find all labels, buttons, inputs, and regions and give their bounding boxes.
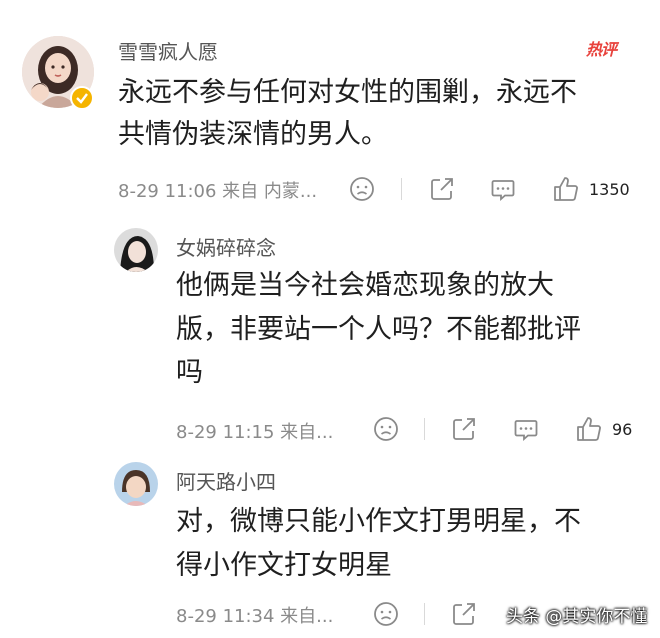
avatar-photo <box>114 462 158 506</box>
dislike-button[interactable] <box>372 600 400 628</box>
share-button[interactable] <box>450 600 478 628</box>
comment-text-line: 对，微博只能小作文打男明星，不 <box>176 506 581 537</box>
comment-text: 对，微博只能小作文打男明星，不 得小作文打女明星 <box>176 500 581 587</box>
comment-meta: 8-29 11:34 来自... <box>176 606 334 627</box>
watermark: 头条 @其实你不懂 <box>506 607 648 627</box>
comment-item: 阿天路小四 对，微博只能小作文打男明星，不 得小作文打女明星 8-29 11:3… <box>0 0 660 638</box>
avatar[interactable] <box>114 462 158 506</box>
comment-text-line: 得小作文打女明星 <box>176 549 392 581</box>
comment-username[interactable]: 阿天路小四 <box>176 466 276 495</box>
share-icon <box>453 603 475 625</box>
divider <box>424 603 425 625</box>
dislike-face-icon <box>374 602 398 626</box>
